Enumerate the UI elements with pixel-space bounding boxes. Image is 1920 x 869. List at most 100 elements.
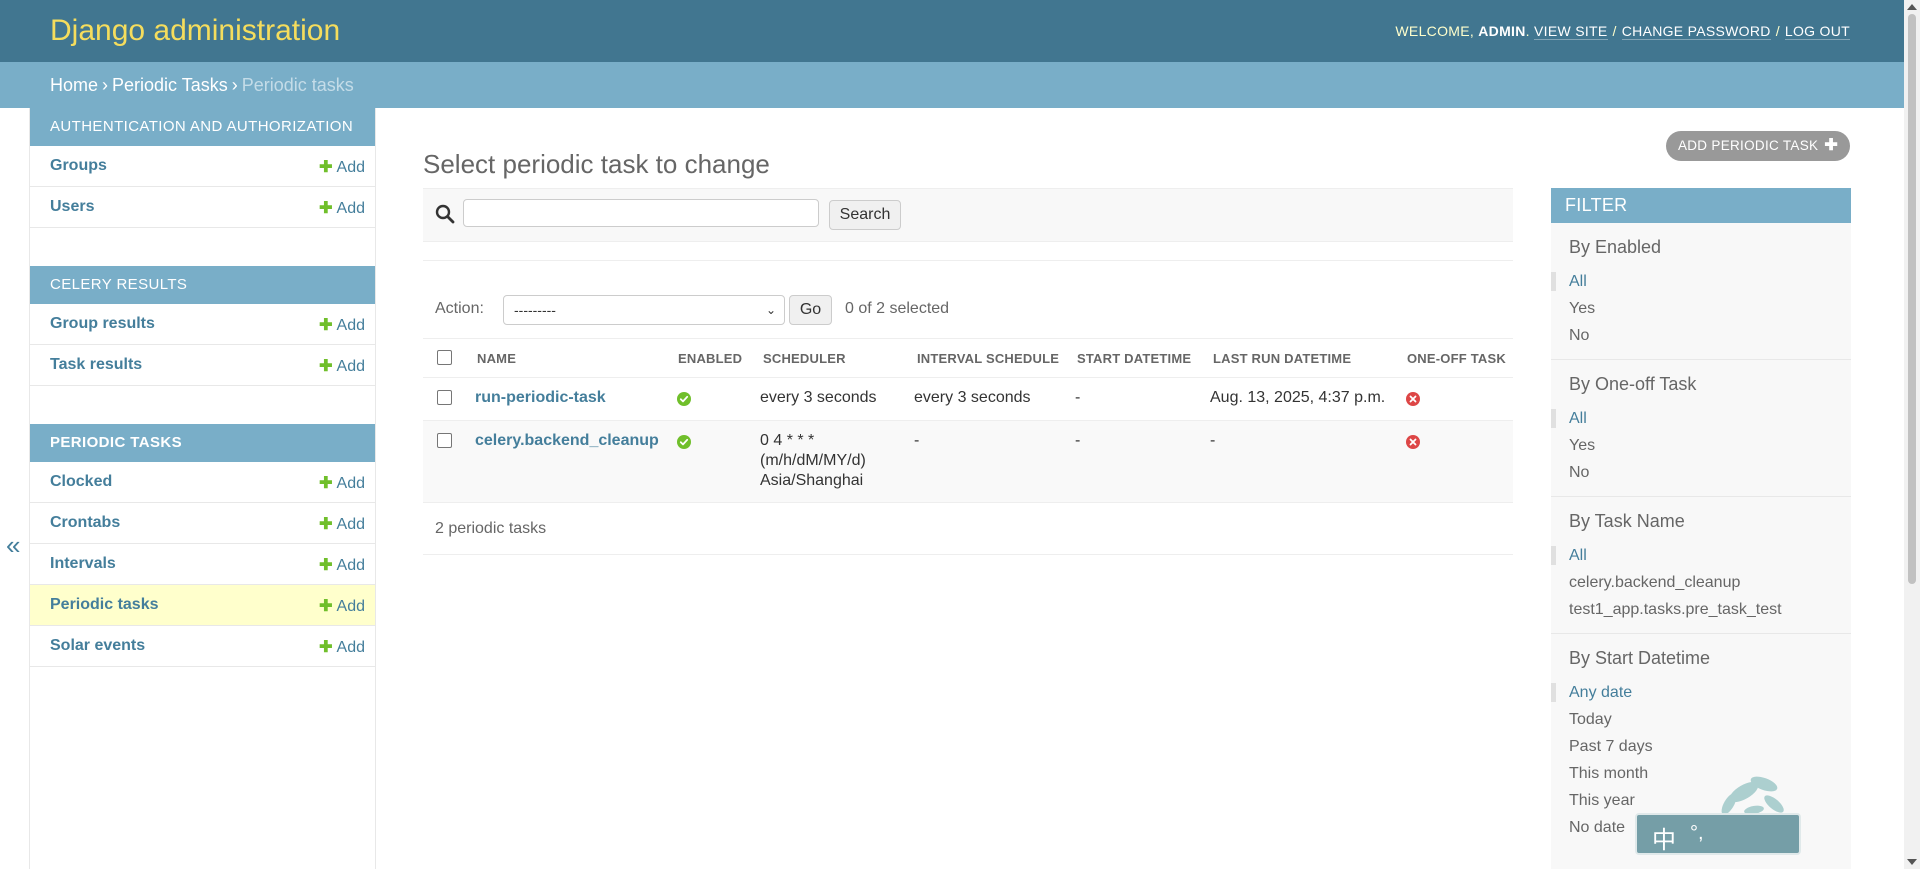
sidebar-link-users[interactable]: Users bbox=[50, 198, 94, 216]
filter-option[interactable]: Today bbox=[1551, 706, 1851, 733]
search-toolbar: Search bbox=[423, 188, 1513, 242]
page-scrollbar[interactable] bbox=[1904, 0, 1920, 869]
plus-icon: ✚ bbox=[319, 598, 333, 615]
filter-option[interactable]: Yes bbox=[1551, 295, 1851, 322]
filter-group-title: By Task Name bbox=[1569, 511, 1685, 531]
search-input[interactable] bbox=[463, 199, 819, 227]
scheduler-cell: 0 4 * * * (m/h/dM/MY/d) Asia/Shanghai bbox=[760, 431, 866, 491]
module-caption[interactable]: AUTHENTICATION AND AUTHORIZATION bbox=[30, 108, 375, 146]
sidebar-link-group-results[interactable]: Group results bbox=[50, 315, 155, 333]
interval-cell: - bbox=[914, 432, 920, 449]
select-all-checkbox[interactable] bbox=[437, 350, 452, 365]
action-select[interactable]: --------- ⌄ bbox=[503, 295, 785, 325]
column-header-name[interactable]: NAME bbox=[477, 351, 516, 366]
filter-option[interactable]: All bbox=[1551, 405, 1851, 432]
filter-option[interactable]: celery.backend_cleanup bbox=[1551, 569, 1851, 596]
filter-option[interactable]: test1_app.tasks.pre_task_test bbox=[1551, 596, 1851, 623]
filter-group-task-name: By Task Name All celery.backend_cleanup … bbox=[1551, 497, 1851, 634]
filter-group-title: By One-off Task bbox=[1569, 374, 1697, 394]
add-clocked-link[interactable]: ✚ Add bbox=[319, 473, 365, 493]
filter-option[interactable]: Past 7 days bbox=[1551, 733, 1851, 760]
filter-option[interactable]: Any date bbox=[1551, 679, 1851, 706]
column-header-scheduler[interactable]: SCHEDULER bbox=[763, 351, 846, 366]
results-table: NAME ENABLED SCHEDULER INTERVAL SCHEDULE… bbox=[423, 338, 1513, 503]
result-count-text: 2 periodic tasks bbox=[435, 520, 547, 537]
filter-group-title: By Start Datetime bbox=[1569, 648, 1711, 668]
breadcrumb-current: Periodic tasks bbox=[241, 75, 354, 95]
table-row: celery.backend_cleanup 0 4 * * * (m/h/dM… bbox=[423, 421, 1513, 503]
filter-option[interactable]: Yes bbox=[1551, 432, 1851, 459]
filter-option[interactable]: No bbox=[1551, 322, 1851, 349]
plus-icon: ✚ bbox=[319, 159, 333, 176]
plus-icon: ✚ bbox=[319, 516, 333, 533]
module-celery-results: CELERY RESULTS Group results ✚ Add Task r… bbox=[30, 266, 375, 386]
welcome-text: WELCOME, bbox=[1395, 23, 1475, 39]
add-crontabs-link[interactable]: ✚ Add bbox=[319, 514, 365, 534]
search-button[interactable]: Search bbox=[829, 200, 901, 230]
row-checkbox[interactable] bbox=[437, 390, 452, 405]
breadcrumb-home[interactable]: Home bbox=[50, 75, 98, 95]
add-task-results-link[interactable]: ✚ Add bbox=[319, 356, 365, 376]
sidebar-link-solar-events[interactable]: Solar events bbox=[50, 637, 145, 655]
row-checkbox[interactable] bbox=[437, 433, 452, 448]
task-name-link[interactable]: celery.backend_cleanup bbox=[475, 432, 659, 449]
add-label: Add bbox=[336, 516, 365, 533]
plus-icon: ✚ bbox=[1824, 137, 1839, 154]
sidebar-link-task-results[interactable]: Task results bbox=[50, 356, 142, 374]
add-label: Add bbox=[336, 200, 365, 217]
header: Django administration WELCOME, ADMIN. VI… bbox=[0, 0, 1920, 62]
sidebar-link-periodic-tasks[interactable]: Periodic tasks bbox=[50, 596, 159, 614]
column-header-interval[interactable]: INTERVAL SCHEDULE bbox=[917, 351, 1059, 366]
task-name-link[interactable]: run-periodic-task bbox=[475, 389, 606, 406]
sidebar-link-clocked[interactable]: Clocked bbox=[50, 473, 112, 491]
add-label: Add bbox=[336, 598, 365, 615]
nav-sidebar-toggle[interactable]: « bbox=[6, 530, 20, 561]
column-header-enabled[interactable]: ENABLED bbox=[678, 351, 742, 366]
add-periodic-task-button[interactable]: ADD PERIODIC TASK ✚ bbox=[1666, 131, 1850, 161]
breadcrumb-app[interactable]: Periodic Tasks bbox=[112, 75, 228, 95]
add-label: Add bbox=[336, 639, 365, 656]
filter-option[interactable]: All bbox=[1551, 542, 1851, 569]
scroll-down-arrow-icon[interactable] bbox=[1907, 859, 1917, 865]
add-users-link[interactable]: ✚ Add bbox=[319, 198, 365, 218]
filter-option[interactable]: All bbox=[1551, 268, 1851, 295]
view-site-link[interactable]: VIEW SITE bbox=[1534, 23, 1608, 40]
sidebar-item-task-results: Task results ✚ Add bbox=[30, 345, 375, 386]
yes-icon bbox=[677, 435, 691, 449]
sidebar-link-crontabs[interactable]: Crontabs bbox=[50, 514, 120, 532]
sidebar-link-intervals[interactable]: Intervals bbox=[50, 555, 116, 573]
column-header-start[interactable]: START DATETIME bbox=[1077, 351, 1191, 366]
column-header-one-off[interactable]: ONE-OFF TASK bbox=[1407, 351, 1506, 366]
filter-option[interactable]: No bbox=[1551, 459, 1851, 486]
ime-punctuation-mode[interactable]: °, bbox=[1690, 822, 1704, 845]
changelist-filter: FILTER By Enabled All Yes No By One-off … bbox=[1551, 188, 1851, 869]
sidebar-item-periodic-tasks: Periodic tasks ✚ Add bbox=[30, 585, 375, 626]
add-intervals-link[interactable]: ✚ Add bbox=[319, 555, 365, 575]
scrollbar-thumb[interactable] bbox=[1908, 14, 1916, 584]
scroll-up-arrow-icon[interactable] bbox=[1907, 4, 1917, 10]
ime-chinese-mode[interactable]: 中 bbox=[1652, 820, 1676, 855]
add-periodic-tasks-link[interactable]: ✚ Add bbox=[319, 596, 365, 616]
sidebar-item-intervals: Intervals ✚ Add bbox=[30, 544, 375, 585]
go-button[interactable]: Go bbox=[789, 295, 832, 325]
filter-group-one-off: By One-off Task All Yes No bbox=[1551, 360, 1851, 497]
add-button-label: ADD PERIODIC TASK bbox=[1677, 138, 1819, 153]
filter-group-title: By Enabled bbox=[1569, 237, 1662, 257]
scheduler-format: (m/h/dM/MY/d) bbox=[760, 452, 866, 469]
module-caption[interactable]: CELERY RESULTS bbox=[30, 266, 375, 304]
table-header: NAME ENABLED SCHEDULER INTERVAL SCHEDULE… bbox=[423, 338, 1513, 378]
add-group-results-link[interactable]: ✚ Add bbox=[319, 315, 365, 335]
no-icon bbox=[1406, 392, 1420, 406]
sidebar-item-clocked: Clocked ✚ Add bbox=[30, 462, 375, 503]
change-password-link[interactable]: CHANGE PASSWORD bbox=[1621, 23, 1771, 40]
plus-icon: ✚ bbox=[319, 557, 333, 574]
add-groups-link[interactable]: ✚ Add bbox=[319, 157, 365, 177]
column-header-last-run[interactable]: LAST RUN DATETIME bbox=[1213, 351, 1351, 366]
site-brand[interactable]: Django administration bbox=[50, 14, 340, 48]
log-out-link[interactable]: LOG OUT bbox=[1784, 23, 1850, 40]
add-solar-events-link[interactable]: ✚ Add bbox=[319, 637, 365, 657]
module-caption[interactable]: PERIODIC TASKS bbox=[30, 424, 375, 462]
plus-icon: ✚ bbox=[319, 358, 333, 375]
ime-toolbar[interactable]: 中 °, bbox=[1634, 770, 1802, 858]
sidebar-link-groups[interactable]: Groups bbox=[50, 157, 107, 175]
